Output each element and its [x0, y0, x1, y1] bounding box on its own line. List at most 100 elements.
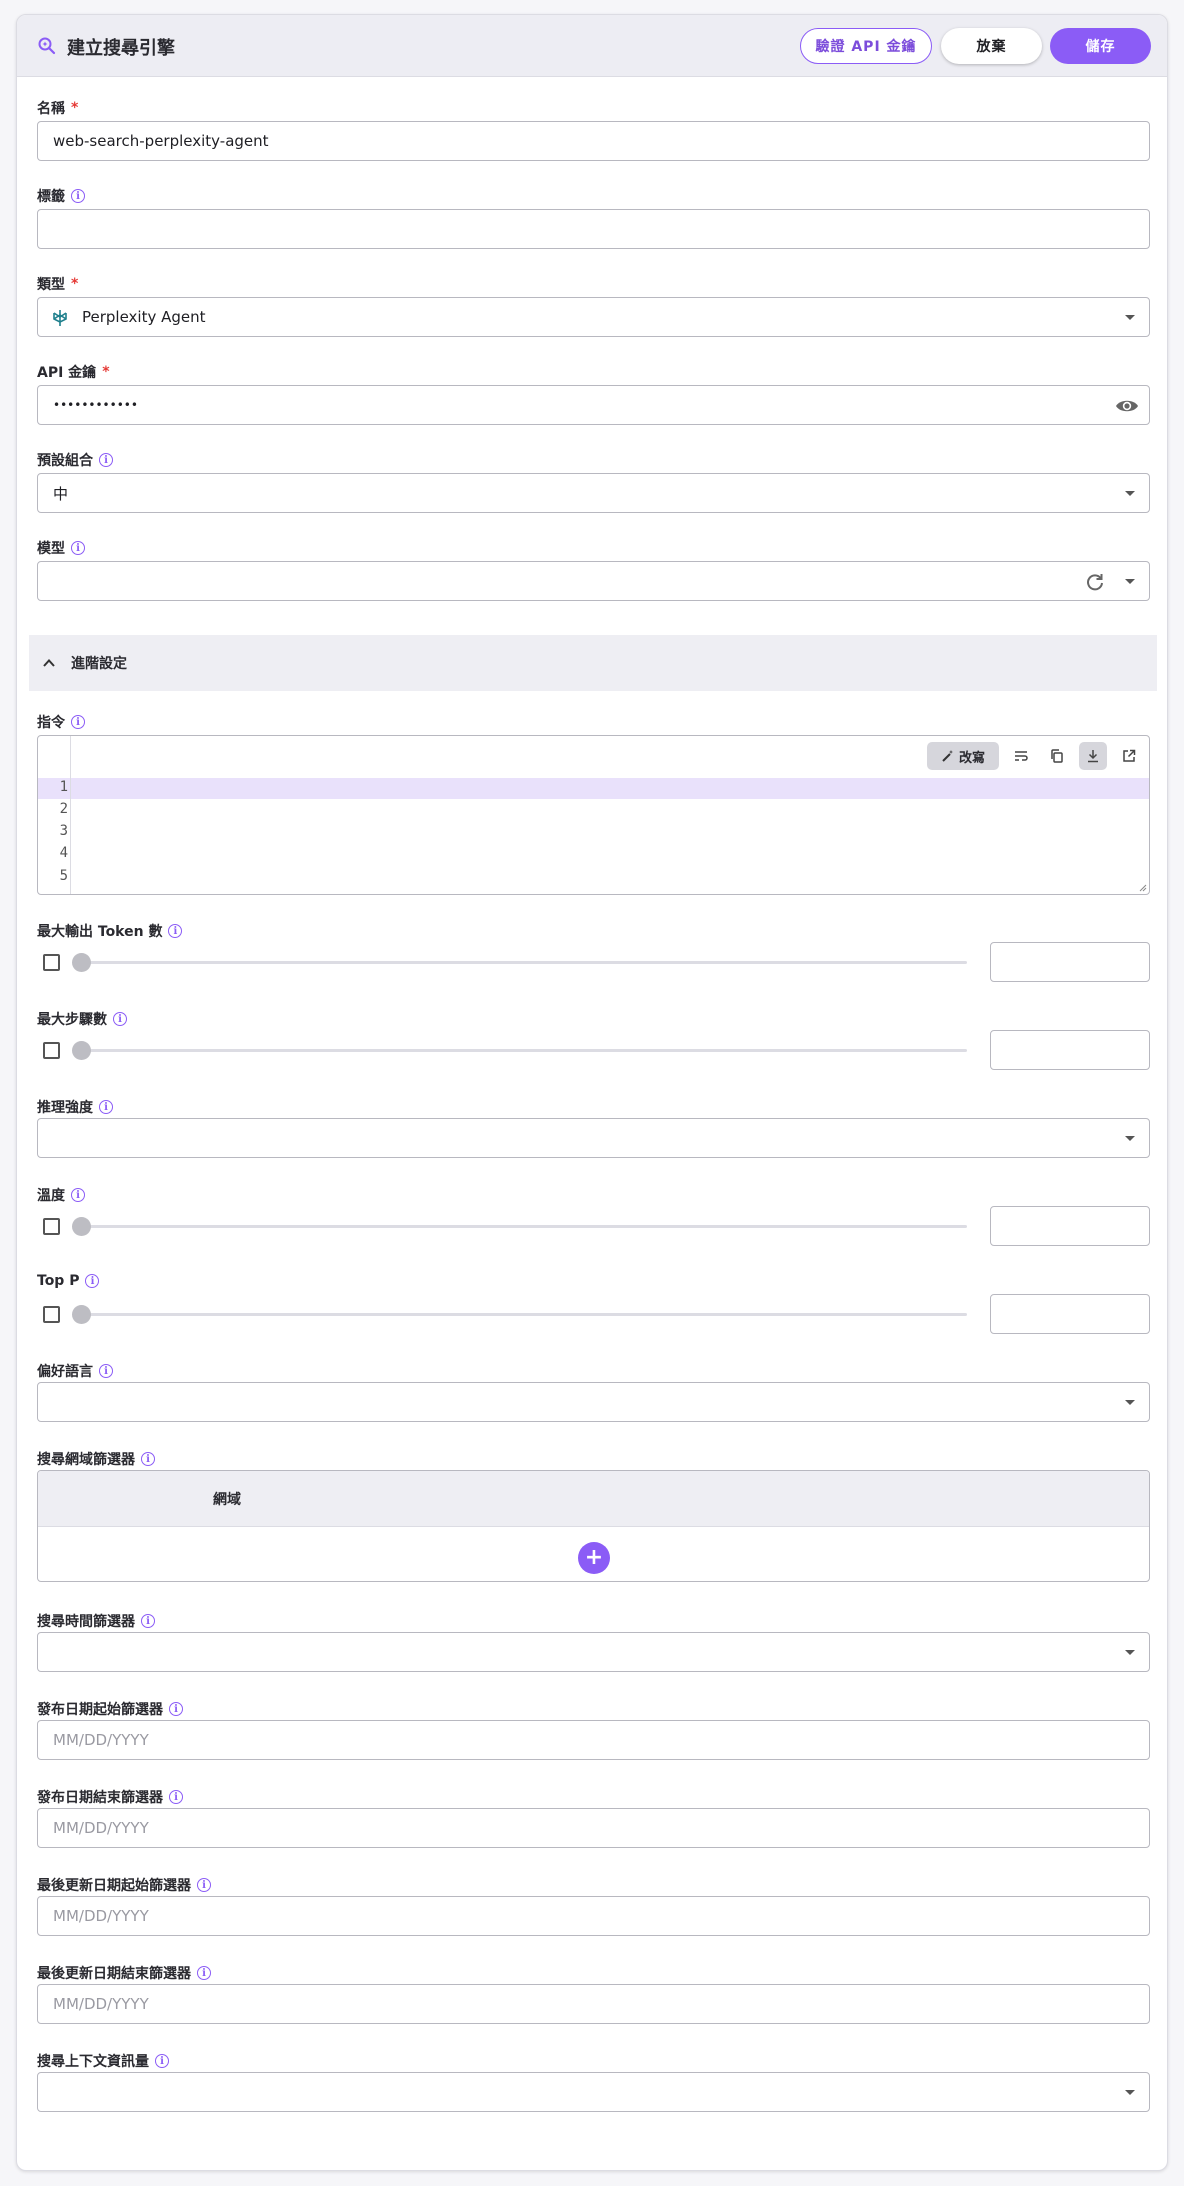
caret-down-icon: [1125, 1400, 1135, 1405]
column-header-domain: 網域: [213, 1492, 241, 1508]
instructions-editor[interactable]: 1 2 3 4 5 改寫: [37, 735, 1150, 895]
top-p-slider-thumb[interactable]: [72, 1305, 91, 1324]
name-field[interactable]: web-search-perplexity-agent: [37, 121, 1150, 161]
info-icon[interactable]: i: [71, 541, 85, 555]
info-icon[interactable]: i: [113, 1012, 127, 1026]
updated-before-date-field[interactable]: MM/DD/YYYY: [37, 1984, 1150, 2024]
temperature-slider-thumb[interactable]: [72, 1217, 91, 1236]
verify-api-key-button[interactable]: 驗證 API 金鑰: [800, 28, 932, 64]
wrap-icon: [1015, 751, 1028, 761]
info-icon[interactable]: i: [99, 1364, 113, 1378]
temperature-input[interactable]: [990, 1206, 1150, 1246]
time-filter-select[interactable]: [37, 1632, 1150, 1672]
wrap-lines-button[interactable]: [1007, 742, 1035, 770]
top-p-checkbox[interactable]: [43, 1306, 60, 1323]
improve-button[interactable]: 改寫: [927, 742, 999, 770]
caret-down-icon: [1125, 1136, 1135, 1141]
max-tokens-checkbox[interactable]: [43, 954, 60, 971]
caret-down-icon: [1125, 491, 1135, 496]
instructions-label: 指令 i: [37, 712, 85, 732]
max-tokens-input[interactable]: [990, 942, 1150, 982]
info-icon[interactable]: i: [71, 189, 85, 203]
magic-wand-icon: [942, 750, 954, 762]
max-tokens-slider-thumb[interactable]: [72, 953, 91, 972]
info-icon[interactable]: i: [141, 1614, 155, 1628]
max-tokens-label: 最大輸出 Token 數i: [37, 921, 183, 941]
advanced-settings-title: 進階設定: [71, 656, 127, 672]
info-icon[interactable]: i: [169, 1702, 183, 1716]
save-button[interactable]: 儲存: [1050, 28, 1151, 64]
time-filter-label: 搜尋時間篩選器 i: [37, 1611, 155, 1631]
info-icon[interactable]: i: [168, 924, 183, 938]
info-icon[interactable]: i: [85, 1274, 100, 1288]
info-icon[interactable]: i: [169, 1790, 183, 1804]
tags-field[interactable]: [37, 209, 1150, 249]
api-key-label: API 金鑰 *: [37, 364, 110, 381]
reasoning-select[interactable]: [37, 1118, 1150, 1158]
max-tokens-control: [37, 942, 1150, 982]
copy-icon: [1051, 749, 1063, 763]
eye-icon[interactable]: [1115, 396, 1139, 416]
copy-button[interactable]: [1043, 742, 1071, 770]
page-title: 建立搜尋引擎: [67, 38, 175, 59]
domain-filter-table: 網域 +: [37, 1470, 1150, 1582]
form-header: 建立搜尋引擎 驗證 API 金鑰 放棄 儲存: [17, 15, 1167, 77]
domain-filter-label: 搜尋網域篩選器 i: [37, 1449, 155, 1469]
info-icon[interactable]: i: [197, 1966, 211, 1980]
line-number: 5: [59, 868, 68, 884]
info-icon[interactable]: i: [141, 1452, 155, 1466]
editor-toolbar: 改寫: [927, 742, 1143, 770]
max-steps-slider-track[interactable]: [79, 1049, 967, 1052]
info-icon[interactable]: i: [197, 1878, 211, 1892]
active-line-highlight: [38, 778, 1149, 799]
preset-select[interactable]: 中: [37, 473, 1150, 513]
published-before-date-field[interactable]: MM/DD/YYYY: [37, 1808, 1150, 1848]
max-steps-slider-thumb[interactable]: [72, 1041, 91, 1060]
info-icon[interactable]: i: [71, 1188, 85, 1202]
top-p-slider-track[interactable]: [79, 1313, 967, 1316]
model-select[interactable]: [37, 561, 1150, 601]
max-steps-input[interactable]: [990, 1030, 1150, 1070]
updated-before-label: 最後更新日期結束篩選器 i: [37, 1963, 211, 1983]
info-icon[interactable]: i: [99, 453, 113, 467]
caret-down-icon: [1125, 579, 1135, 584]
info-icon[interactable]: i: [71, 715, 85, 729]
chevron-up-icon: [43, 659, 55, 667]
table-header: 網域: [38, 1471, 1149, 1527]
language-label: 偏好語言 i: [37, 1361, 113, 1381]
download-button[interactable]: [1079, 742, 1107, 770]
type-select[interactable]: Perplexity Agent: [37, 297, 1150, 337]
max-tokens-slider-track[interactable]: [79, 961, 967, 964]
advanced-settings-toggle[interactable]: 進階設定: [29, 635, 1157, 691]
discard-button[interactable]: 放棄: [941, 28, 1042, 64]
published-after-label: 發布日期起始篩選器 i: [37, 1699, 183, 1719]
updated-after-label: 最後更新日期起始篩選器 i: [37, 1875, 211, 1895]
published-after-date-field[interactable]: MM/DD/YYYY: [37, 1720, 1150, 1760]
open-external-button[interactable]: [1115, 742, 1143, 770]
top-p-label: Top Pi: [37, 1273, 100, 1289]
updated-after-date-field[interactable]: MM/DD/YYYY: [37, 1896, 1150, 1936]
context-size-select[interactable]: [37, 2072, 1150, 2112]
line-number: 2: [59, 801, 68, 817]
perplexity-logo-icon: [53, 310, 67, 326]
temperature-control: [37, 1206, 1150, 1246]
add-domain-button[interactable]: +: [578, 1542, 610, 1574]
search-engine-form: 建立搜尋引擎 驗證 API 金鑰 放棄 儲存 名稱 * web-search-pe…: [16, 14, 1168, 2171]
refresh-icon[interactable]: [1085, 572, 1105, 592]
top-p-input[interactable]: [990, 1294, 1150, 1334]
name-label: 名稱 *: [37, 100, 79, 117]
caret-down-icon: [1125, 1650, 1135, 1655]
resize-handle-icon[interactable]: [1139, 884, 1147, 892]
model-label: 模型 i: [37, 538, 85, 558]
preset-label: 預設組合 i: [37, 450, 113, 470]
temperature-slider-track[interactable]: [79, 1225, 967, 1228]
temperature-checkbox[interactable]: [43, 1218, 60, 1235]
language-select[interactable]: [37, 1382, 1150, 1422]
max-steps-checkbox[interactable]: [43, 1042, 60, 1059]
reasoning-label: 推理強度 i: [37, 1097, 113, 1117]
info-icon[interactable]: i: [155, 2054, 169, 2068]
info-icon[interactable]: i: [99, 1100, 113, 1114]
line-number: 3: [59, 823, 68, 839]
type-label: 類型 *: [37, 276, 79, 293]
api-key-field[interactable]: ••••••••••••: [37, 385, 1150, 425]
